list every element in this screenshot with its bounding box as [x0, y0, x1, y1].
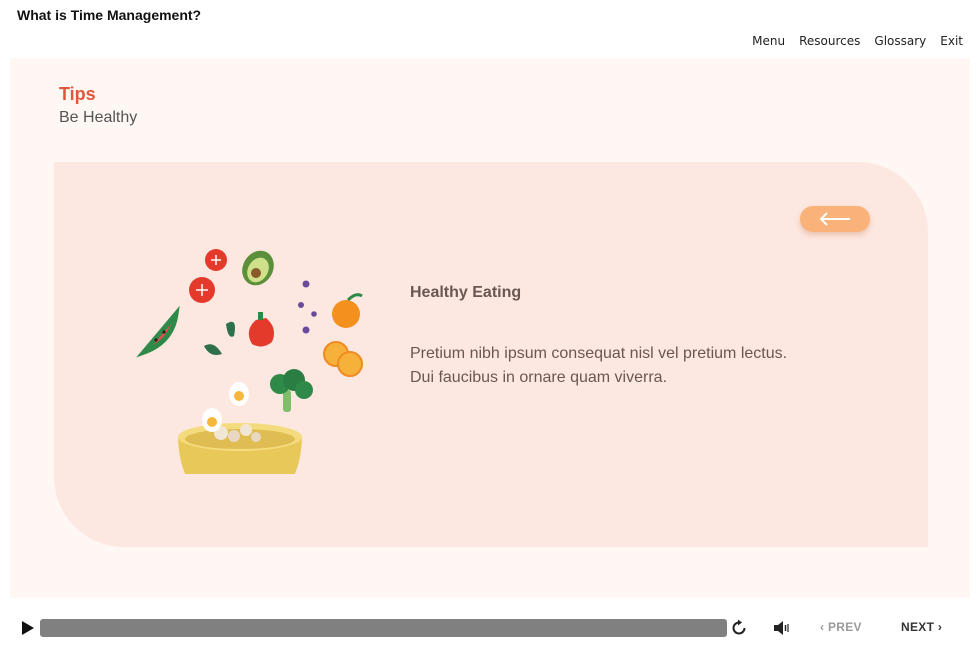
nav-menu-link[interactable]: Menu: [752, 34, 785, 48]
volume-icon[interactable]: [772, 619, 790, 637]
next-button[interactable]: NEXT ›: [901, 620, 942, 634]
arrow-left-icon: [819, 212, 850, 226]
nav-exit-link[interactable]: Exit: [940, 34, 963, 48]
prev-label: PREV: [827, 620, 862, 634]
chevron-right-icon: ›: [937, 620, 943, 634]
back-button[interactable]: [800, 206, 870, 232]
chevron-left-icon: ‹: [820, 620, 825, 634]
card-title: Healthy Eating: [410, 284, 522, 301]
top-nav: Menu Resources Glossary Exit: [752, 34, 963, 48]
next-label: NEXT: [901, 620, 935, 634]
player-controls: ‹ PREV NEXT ›: [0, 608, 980, 648]
nav-resources-link[interactable]: Resources: [799, 34, 860, 48]
card-body-text: Pretium nibh ipsum consequat nisl vel pr…: [410, 345, 788, 386]
course-title: What is Time Management?: [17, 7, 202, 23]
slide-stage: Tips Be Healthy Healthy Eating Pretium n…: [10, 58, 970, 598]
replay-icon[interactable]: [730, 619, 748, 637]
slide-heading: Tips: [59, 84, 96, 104]
content-card: Healthy Eating Pretium nibh ipsum conseq…: [54, 162, 928, 547]
slide-subheading: Be Healthy: [59, 109, 138, 126]
seek-bar[interactable]: [40, 619, 727, 637]
prev-button[interactable]: ‹ PREV: [820, 620, 862, 634]
healthy-food-bowl-illustration: [136, 249, 363, 474]
play-icon[interactable]: [21, 620, 35, 636]
nav-glossary-link[interactable]: Glossary: [874, 34, 926, 48]
